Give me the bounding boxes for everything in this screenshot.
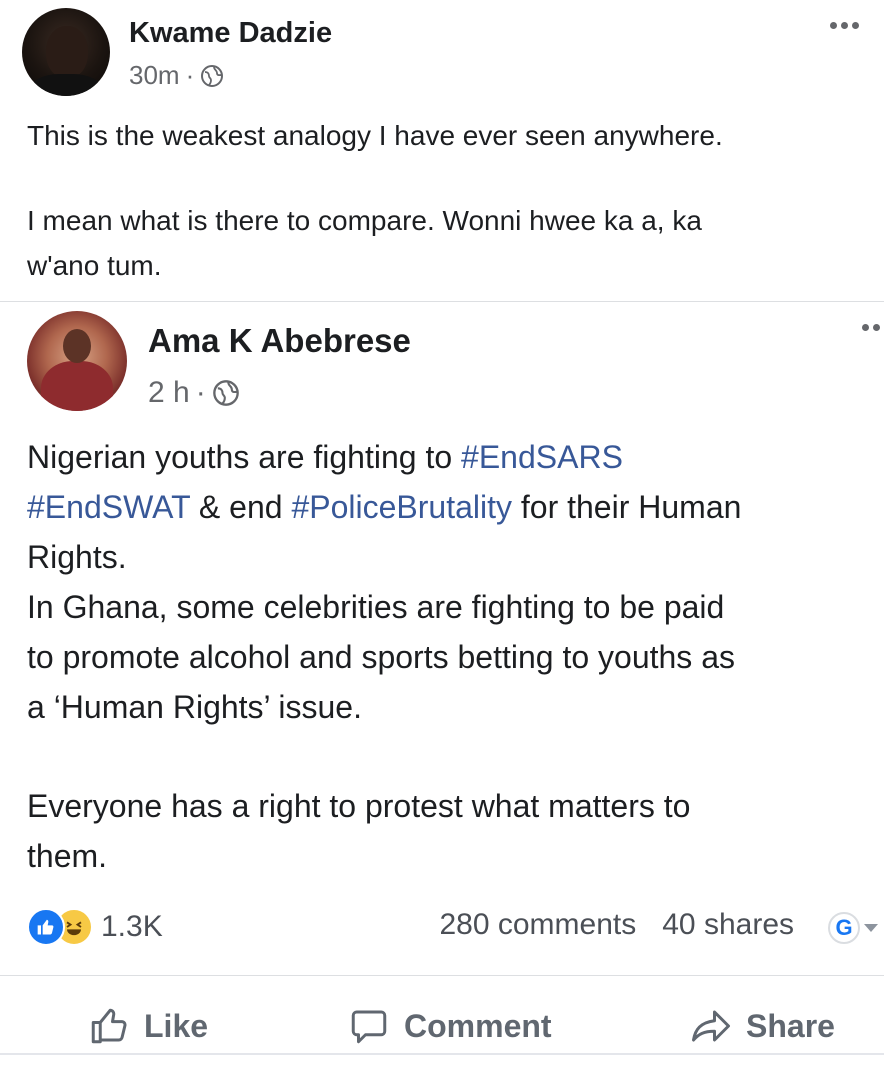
share-arrow-icon [692, 1010, 730, 1042]
shared-text-line: to promote alcohol and sports betting to… [27, 639, 735, 675]
shared-author-name[interactable]: Ama K Abebrese [148, 322, 411, 360]
text-segment: Nigerian youths are fighting to [27, 439, 462, 475]
shared-text-line: #EndSWAT & end #PoliceBrutality for thei… [27, 482, 884, 532]
thumbs-up-icon [91, 1008, 127, 1044]
shares-count-link[interactable]: 40 shares [662, 908, 794, 942]
shared-post-text: Nigerian youths are fighting to #EndSARS… [27, 432, 884, 881]
divider [0, 1053, 884, 1055]
shared-text-line: Everyone has a right to protest what mat… [27, 788, 691, 824]
text-segment: & end [190, 489, 292, 525]
hashtag-policebrutality[interactable]: #PoliceBrutality [291, 489, 512, 525]
like-label: Like [144, 1007, 209, 1044]
reaction-count: 1.3K [101, 910, 163, 943]
shared-text-line: them. [27, 838, 108, 874]
outer-post-header: Kwame Dadzie 30m · [0, 0, 884, 105]
shared-text-line: In Ghana, some celebrities are fighting … [27, 589, 725, 625]
author-name[interactable]: Kwame Dadzie [129, 17, 332, 50]
reactions-summary[interactable]: 1.3K [27, 908, 163, 946]
text-segment: for their Human [511, 489, 742, 525]
post-actions: Like Comment Share [0, 975, 884, 1080]
react-as-selector[interactable]: G [828, 912, 878, 944]
globe-icon [201, 64, 224, 87]
engagement-stats: 1.3K 280 comments 40 shares G [0, 900, 884, 956]
more-horizontal-icon[interactable] [830, 22, 859, 29]
page-avatar-icon: G [828, 912, 860, 944]
globe-icon [212, 380, 239, 406]
comment-bubble-icon [351, 1010, 387, 1044]
like-button[interactable]: Like [88, 1005, 208, 1047]
post-text: This is the weakest analogy I have ever … [27, 113, 867, 288]
share-label: Share [746, 1007, 835, 1044]
post-time[interactable]: 30m [129, 60, 180, 91]
caret-down-icon [864, 924, 878, 932]
more-horizontal-icon[interactable] [862, 324, 880, 331]
comments-shares: 280 comments 40 shares [439, 908, 794, 942]
comment-label: Comment [404, 1007, 552, 1044]
post-text-line: This is the weakest analogy I have ever … [27, 120, 723, 151]
share-button[interactable]: Share [690, 1005, 835, 1047]
shared-post-time[interactable]: 2 h [148, 376, 190, 410]
shared-text-line: Rights. [27, 539, 127, 575]
shared-text-line: a ‘Human Rights’ issue. [27, 689, 362, 725]
post-text-line: w'ano tum. [27, 250, 162, 281]
comment-button[interactable]: Comment [348, 1005, 552, 1047]
shared-author-avatar[interactable] [27, 311, 127, 411]
post-meta: 30m · [129, 60, 224, 91]
avatar[interactable] [22, 8, 110, 96]
shared-post-meta: 2 h · [148, 376, 240, 410]
like-reaction-icon [27, 908, 65, 946]
comments-count-link[interactable]: 280 comments [439, 908, 636, 942]
hashtag-endswat[interactable]: #EndSWAT [27, 489, 190, 525]
post-text-line: I mean what is there to compare. Wonni h… [27, 205, 702, 236]
hashtag-endsars[interactable]: #EndSARS [461, 439, 623, 475]
shared-text-line: Nigerian youths are fighting to #EndSARS [27, 432, 884, 482]
meta-separator: · [185, 60, 195, 90]
meta-separator: · [195, 376, 206, 409]
divider [0, 301, 884, 302]
